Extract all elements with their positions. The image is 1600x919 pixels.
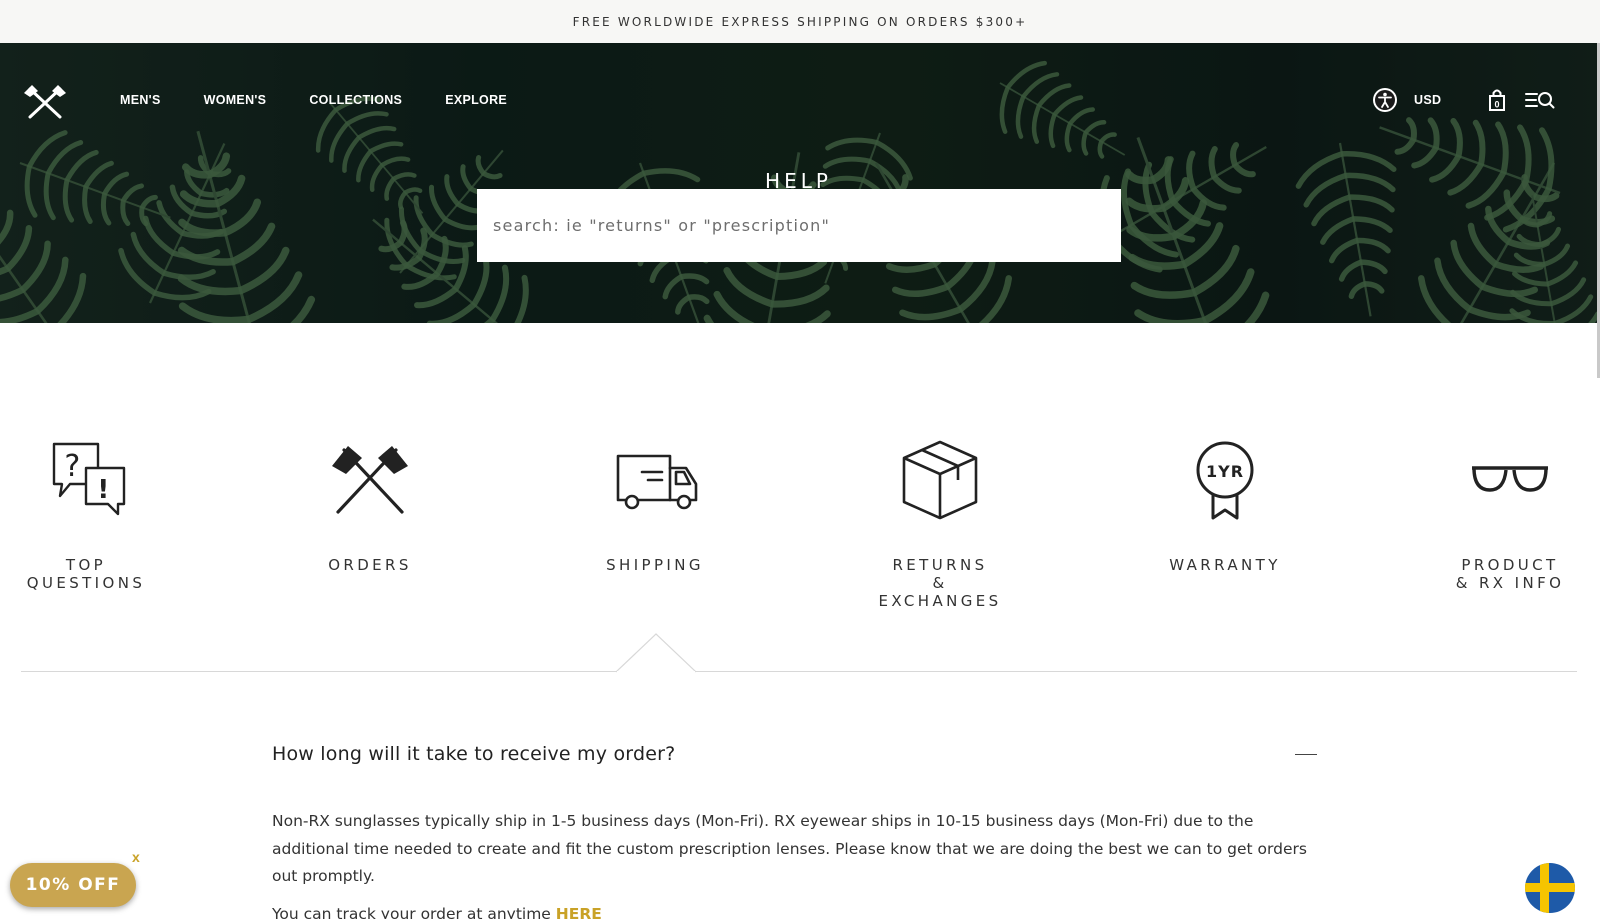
cart-count: 0 <box>1495 100 1500 110</box>
category-returns-exchanges[interactable]: RETURNS & EXCHANGES <box>850 440 1030 610</box>
announcement-bar: FREE WORLDWIDE EXPRESS SHIPPING ON ORDER… <box>0 0 1600 43</box>
currency-selector[interactable]: USD <box>1414 93 1441 107</box>
brand-logo-icon[interactable] <box>22 83 68 119</box>
selected-category-pointer <box>616 633 696 674</box>
faq-question[interactable]: How long will it take to receive my orde… <box>272 743 675 765</box>
faq-answer: Non-RX sunglasses typically ship in 1-5 … <box>272 812 1307 885</box>
delivery-truck-icon <box>616 454 698 510</box>
sunglasses-icon <box>1472 466 1548 492</box>
utility-nav: USD 0 <box>1372 87 1555 113</box>
crossed-axes-icon <box>332 446 408 514</box>
help-search-input[interactable] <box>477 189 1121 262</box>
sweden-flag-icon[interactable] <box>1524 862 1576 914</box>
menu-search-icon[interactable] <box>1525 90 1555 110</box>
track-order-link[interactable]: HERE <box>556 905 602 919</box>
accessibility-icon[interactable] <box>1372 87 1398 113</box>
category-orders[interactable]: ORDERS <box>280 440 460 574</box>
category-label: ORDERS <box>328 556 412 574</box>
hero-banner: MEN'S WOMEN'S COLLECTIONS EXPLORE USD 0 <box>0 43 1597 323</box>
category-warranty[interactable]: 1YR WARRANTY <box>1135 440 1315 574</box>
svg-text:?: ? <box>64 449 83 484</box>
nav-explore[interactable]: EXPLORE <box>445 93 507 107</box>
announcement-text: FREE WORLDWIDE EXPRESS SHIPPING ON ORDER… <box>572 14 1028 29</box>
main-nav: MEN'S WOMEN'S COLLECTIONS EXPLORE <box>120 93 550 107</box>
category-label: RETURNS & EXCHANGES <box>878 556 1002 610</box>
nav-womens[interactable]: WOMEN'S <box>204 93 267 107</box>
box-icon <box>902 440 978 520</box>
discount-promo-button[interactable]: 10% OFF <box>10 863 136 907</box>
nav-collections[interactable]: COLLECTIONS <box>309 93 402 107</box>
ribbon-badge-icon: 1YR <box>1196 441 1254 520</box>
category-shipping[interactable]: SHIPPING <box>565 440 745 574</box>
category-top-questions[interactable]: ? ! TOP QUESTIONS <box>0 440 176 592</box>
category-label: WARRANTY <box>1169 556 1281 574</box>
promo-close-button[interactable]: x <box>132 849 140 865</box>
track-order-prefix: You can track your order at anytime <box>272 905 556 919</box>
nav-mens[interactable]: MEN'S <box>120 93 161 107</box>
shopping-bag-icon[interactable]: 0 <box>1487 88 1507 112</box>
svg-text:!: ! <box>97 475 112 505</box>
chat-bubbles-icon: ? ! <box>52 442 126 516</box>
category-label: TOP QUESTIONS <box>26 556 146 592</box>
collapse-toggle-icon[interactable] <box>1295 754 1317 755</box>
track-order-text: You can track your order at anytime HERE <box>272 905 602 919</box>
category-label: PRODUCT & RX INFO <box>1455 556 1565 592</box>
category-product-rx-info[interactable]: PRODUCT & RX INFO <box>1420 440 1600 592</box>
badge-text: 1YR <box>1206 462 1244 481</box>
category-label: SHIPPING <box>606 556 704 574</box>
category-divider <box>21 671 1577 672</box>
